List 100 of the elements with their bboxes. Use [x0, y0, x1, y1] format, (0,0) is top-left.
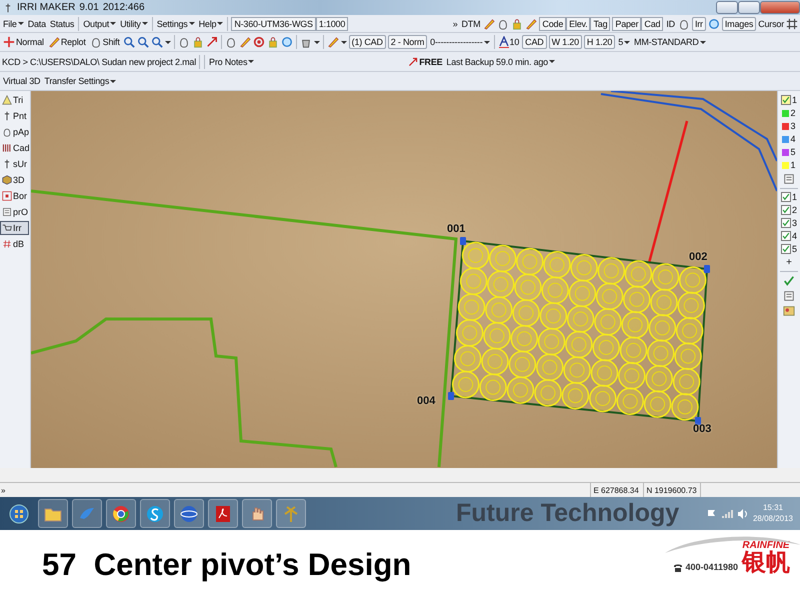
maximize-button[interactable]: [738, 1, 760, 14]
zoom-icon[interactable]: [122, 36, 135, 48]
side-tool-button[interactable]: 3D: [0, 173, 29, 187]
layer-color-swatch[interactable]: [782, 162, 790, 168]
cross-icon: [2, 111, 12, 121]
minimize-button[interactable]: [716, 1, 738, 14]
side-tool-button[interactable]: Bor: [0, 189, 29, 203]
photo-icon[interactable]: [783, 305, 795, 317]
view-toggle-button[interactable]: Cad: [641, 16, 664, 30]
document-icon[interactable]: [208, 499, 238, 528]
circle-icon[interactable]: [708, 18, 720, 30]
grid-icon[interactable]: [786, 18, 798, 30]
menu-item[interactable]: File: [2, 18, 25, 28]
height-field[interactable]: H 1.20: [584, 35, 616, 49]
dropdown-caret-icon[interactable]: [142, 22, 148, 25]
side-tool-button[interactable]: Pnt: [0, 109, 29, 123]
marker-icon[interactable]: [695, 417, 701, 425]
move-icon: [3, 36, 15, 48]
dropdown-caret-icon[interactable]: [18, 22, 24, 25]
expand-button[interactable]: »: [0, 486, 6, 494]
menu-item[interactable]: Settings: [156, 18, 196, 28]
layer-checkbox[interactable]: [780, 95, 791, 105]
tool-button[interactable]: Shift: [88, 36, 121, 48]
menu-item[interactable]: Data: [26, 18, 47, 28]
cross-icon: [2, 159, 12, 169]
dtm-button[interactable]: DTM: [460, 18, 482, 28]
dropdown-caret-icon[interactable]: [188, 22, 195, 25]
side-tool-button[interactable]: Cad: [0, 141, 29, 155]
layer-checkbox[interactable]: [780, 218, 791, 228]
layer-color-swatch[interactable]: [782, 136, 790, 142]
scale-field[interactable]: 1:1000: [316, 16, 348, 30]
layer-checkbox[interactable]: [780, 192, 791, 202]
view-toggle-button[interactable]: Paper: [612, 16, 642, 30]
layer-field[interactable]: (1) CAD: [348, 35, 386, 49]
layer-number: 1: [792, 192, 797, 202]
browser-icon[interactable]: [106, 499, 136, 528]
irr-button[interactable]: Irr: [692, 16, 706, 30]
menu-item[interactable]: Status: [48, 18, 76, 28]
font-dropdown[interactable]: MM-STANDARD: [633, 37, 707, 47]
license-button[interactable]: FREE: [407, 56, 444, 66]
marker-icon[interactable]: [704, 265, 710, 273]
arrow-icon[interactable]: [206, 36, 218, 48]
layer-checkbox[interactable]: [780, 205, 791, 215]
side-tool-button[interactable]: pAp: [0, 125, 29, 139]
globe-icon[interactable]: [174, 499, 204, 528]
layer-checkbox[interactable]: [780, 231, 791, 241]
add-button[interactable]: +: [785, 257, 793, 268]
target-icon[interactable]: [252, 36, 265, 48]
line-type-dropdown[interactable]: 0-----------------: [429, 37, 491, 47]
overflow-button[interactable]: »: [452, 18, 458, 28]
pro-notes-button[interactable]: Pro Notes: [208, 56, 256, 66]
layer-color-swatch[interactable]: [782, 110, 790, 116]
menu-item[interactable]: Output: [82, 18, 118, 28]
side-tool-button[interactable]: prO: [0, 205, 29, 219]
layer-color-swatch[interactable]: [782, 148, 790, 156]
chat-icon[interactable]: [140, 499, 170, 528]
text-size-button[interactable]: 10: [498, 36, 520, 48]
width-field[interactable]: W 1.20: [548, 35, 582, 49]
images-button[interactable]: Images: [722, 16, 756, 30]
circle-icon[interactable]: [280, 36, 293, 48]
line-style-field[interactable]: 2 - Norm: [388, 35, 428, 49]
tool-button[interactable]: Normal: [2, 36, 45, 48]
menu-item[interactable]: Transfer Settings: [43, 76, 118, 86]
side-tool-button[interactable]: dB: [0, 237, 29, 251]
marker-icon[interactable]: [460, 237, 466, 245]
side-tool-button[interactable]: sUr: [0, 157, 29, 171]
text-layer-field[interactable]: CAD: [522, 35, 547, 49]
menu-item[interactable]: Utility: [119, 18, 149, 28]
layer-checkbox[interactable]: [780, 244, 791, 254]
layer-number: 4: [792, 231, 797, 241]
zoom-icon[interactable]: [150, 36, 163, 48]
side-tool-button[interactable]: Tri: [0, 93, 29, 107]
dropdown-caret-icon[interactable]: [217, 22, 224, 25]
tool-button[interactable]: Replot: [46, 36, 87, 48]
flag-icon[interactable]: [706, 508, 717, 518]
menu-item[interactable]: Help: [198, 18, 224, 28]
hash-icon: [2, 239, 12, 249]
side-tool-button[interactable]: Irr: [0, 221, 29, 235]
dropdown-caret-icon[interactable]: [110, 22, 116, 25]
backup-status[interactable]: Last Backup 59.0 min. ago: [445, 56, 556, 66]
marker-icon[interactable]: [448, 392, 454, 400]
pen-icon[interactable]: [326, 36, 339, 48]
point-label: 004: [417, 395, 436, 407]
view-toggle-button[interactable]: Code: [539, 16, 566, 30]
window-title: IRRI MAKER: [17, 2, 76, 13]
view-toggle-button[interactable]: Elev.: [566, 16, 590, 30]
speaker-icon[interactable]: [736, 508, 748, 518]
check-icon[interactable]: [783, 275, 795, 287]
pen-icon[interactable]: [238, 36, 251, 48]
point-label: 003: [693, 423, 712, 435]
text-icon[interactable]: [783, 290, 795, 302]
view-toggle-button[interactable]: Tag: [590, 16, 610, 30]
projection-field[interactable]: N-360-UTM36-WGS: [231, 16, 316, 30]
id-button[interactable]: ID: [665, 18, 676, 28]
lock-icon[interactable]: [266, 36, 279, 48]
menu-item[interactable]: Virtual 3D: [2, 76, 42, 86]
layer-color-swatch[interactable]: [782, 122, 790, 130]
decimals-dropdown[interactable]: 5: [617, 37, 632, 47]
zoom-icon[interactable]: [136, 36, 149, 48]
folder-icon[interactable]: [38, 499, 68, 528]
